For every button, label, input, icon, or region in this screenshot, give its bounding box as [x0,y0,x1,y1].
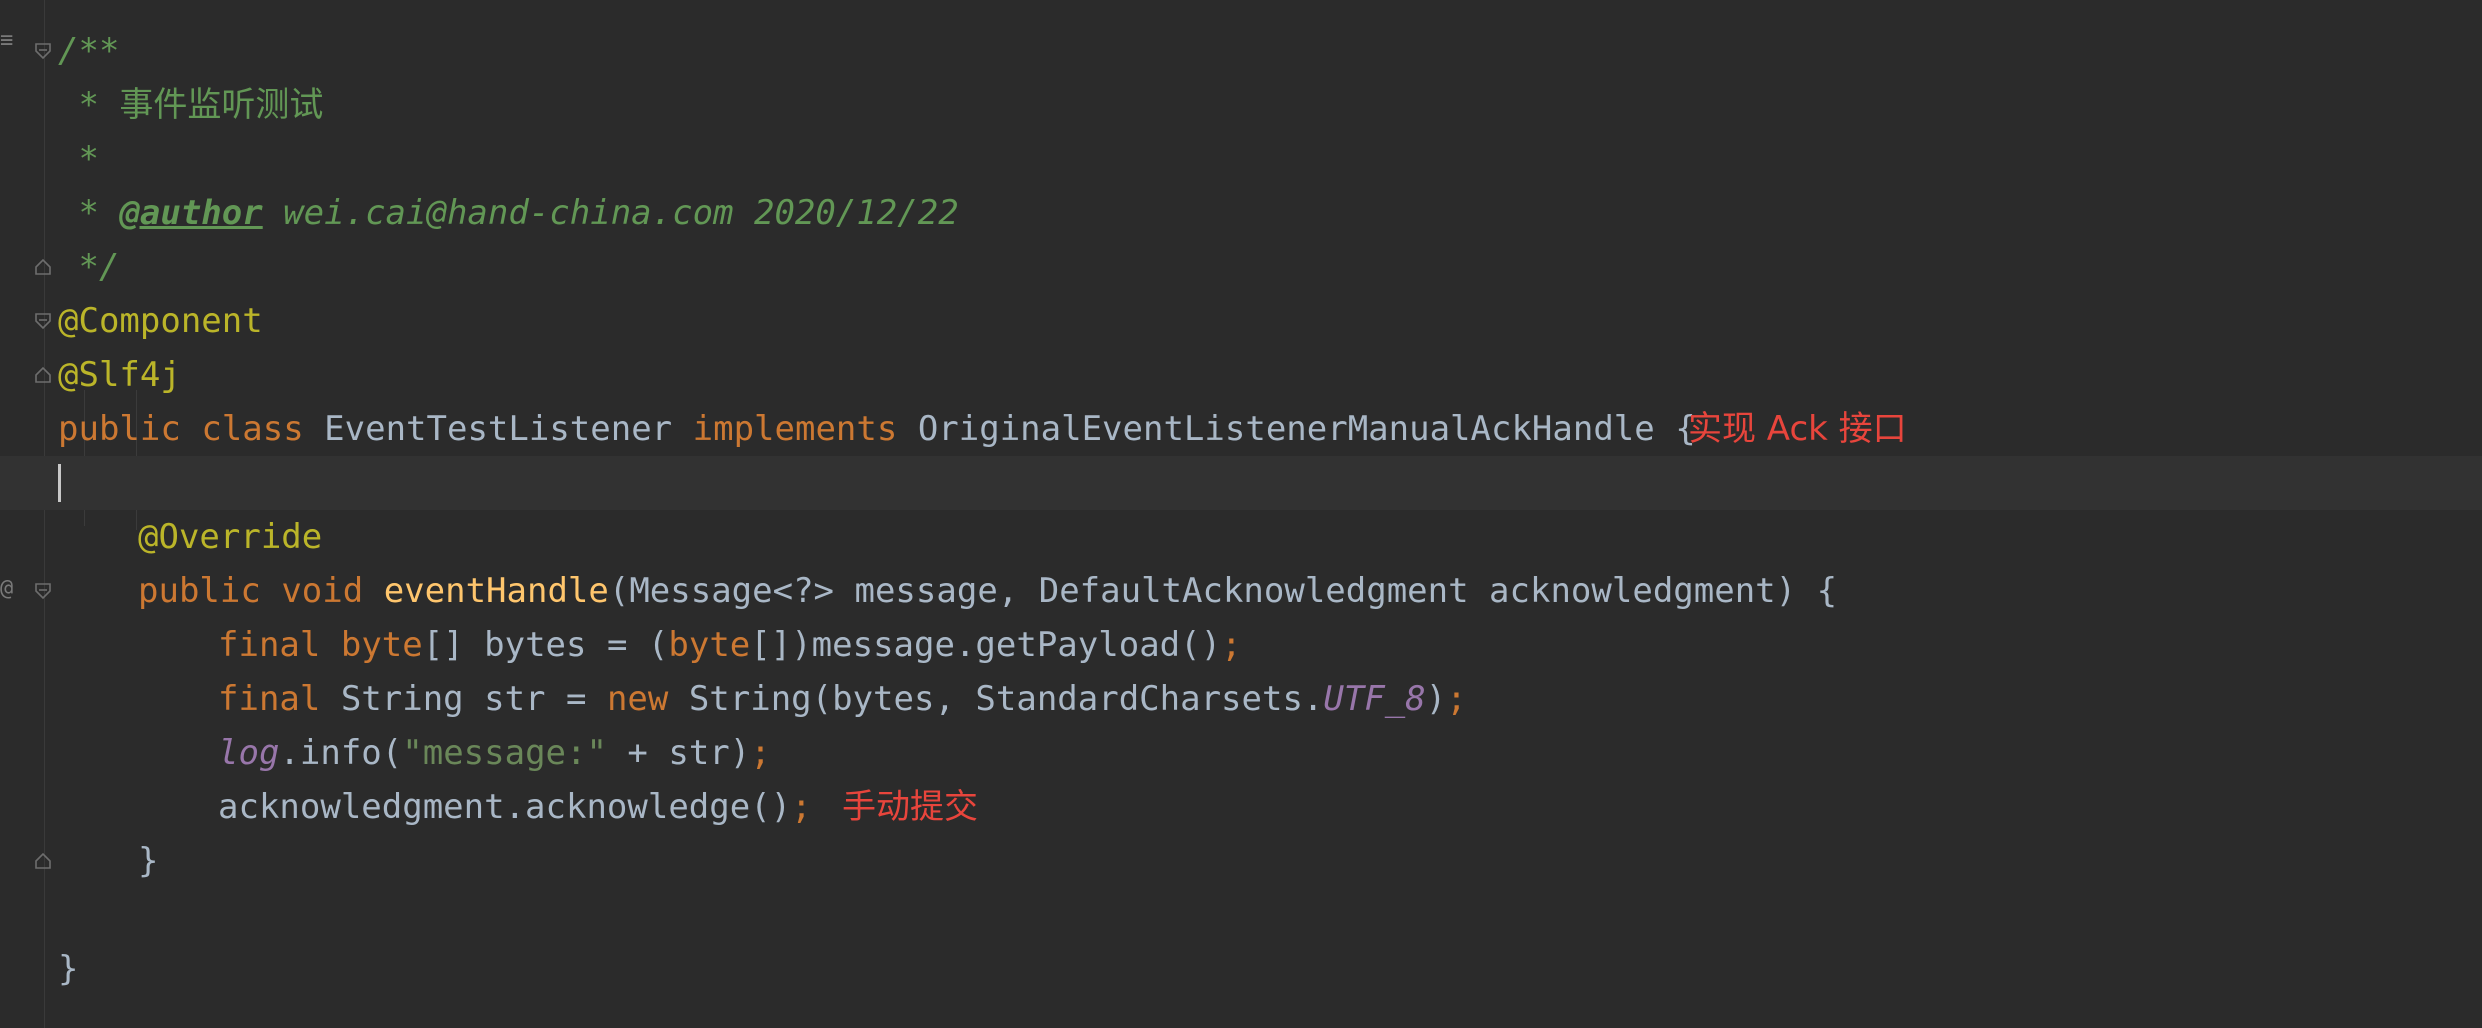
fold-end-icon[interactable] [33,257,53,277]
override-annotation: @Override [138,517,323,557]
utf8-constant: UTF_8 [1323,679,1426,719]
class-name: EventTestListener [324,409,673,449]
code-line-13: final String str = new String(bytes, Sta… [0,672,2482,726]
string-statement: final String str = new String(bytes, Sta… [218,679,1467,719]
text-caret [58,464,61,502]
code-line-4: * @author wei.cai@hand-china.com 2020/12… [0,186,2482,240]
manual-commit-note: 手动提交 [842,787,978,827]
code-line-15: acknowledgment.acknowledge(); 手动提交 [0,780,2482,834]
bytes-statement: final byte[] bytes = (byte[])message.get… [218,625,1242,665]
fold-end-icon[interactable] [33,851,53,871]
author-tag[interactable]: @author [119,193,262,233]
code-line-1: ≡ /** [0,24,2482,78]
code-line-9-current[interactable] [0,456,2482,510]
method-signature: public void eventHandle(Message<?> messa… [138,571,1838,611]
code-line-6: @Component [0,294,2482,348]
doc-comment-line: * [58,139,99,179]
acknowledge-statement: acknowledgment.acknowledge(); [218,787,812,827]
fold-end-icon[interactable] [33,365,53,385]
structure-icon: ≡ [0,28,14,53]
code-line-14: log.info("message:" + str); [0,726,2482,780]
code-line-8: public class EventTestListener implement… [0,402,2482,456]
code-line-2: * 事件监听测试 [0,78,2482,132]
code-editor[interactable]: ≡ /** * 事件监听测试 * * @author wei.cai@hand-… [0,0,2482,1028]
code-line-10: @Override [0,510,2482,564]
log-statement: log.info("message:" + str); [218,733,771,773]
code-line-16: } [0,834,2482,888]
code-line-18: } [0,942,2482,996]
component-annotation: @Component [58,301,263,341]
method-close-brace: } [138,841,159,881]
method-name: eventHandle [383,571,609,611]
doc-comment-close: */ [58,247,120,287]
log-field: log [218,733,280,773]
code-line-11: @ public void eventHandle(Message<?> mes… [0,564,2482,618]
code-line-7: @Slf4j [0,348,2482,402]
doc-comment-line: * 事件监听测试 [58,85,324,125]
string-literal: "message:" [402,733,607,773]
code-line-3: * [0,132,2482,186]
fold-open-icon[interactable] [33,311,53,331]
class-close-brace: } [58,949,79,989]
doc-comment-author: * @author wei.cai@hand-china.com 2020/12… [58,193,959,233]
fold-open-icon[interactable] [33,581,53,601]
implement-ack-note: 实现 Ack 接口 [1688,409,1907,449]
doc-comment-open: /** [58,31,120,71]
doc-comment-text: 事件监听测试 [119,85,324,125]
fold-open-icon[interactable] [33,41,53,61]
code-line-5: */ [0,240,2482,294]
class-declaration: public class EventTestListener implement… [58,409,1696,449]
override-marker-icon[interactable]: @ [0,576,13,601]
code-line-12: final byte[] bytes = (byte[])message.get… [0,618,2482,672]
slf4j-annotation: @Slf4j [58,355,181,395]
interface-name: OriginalEventListenerManualAckHandle { [917,409,1696,449]
